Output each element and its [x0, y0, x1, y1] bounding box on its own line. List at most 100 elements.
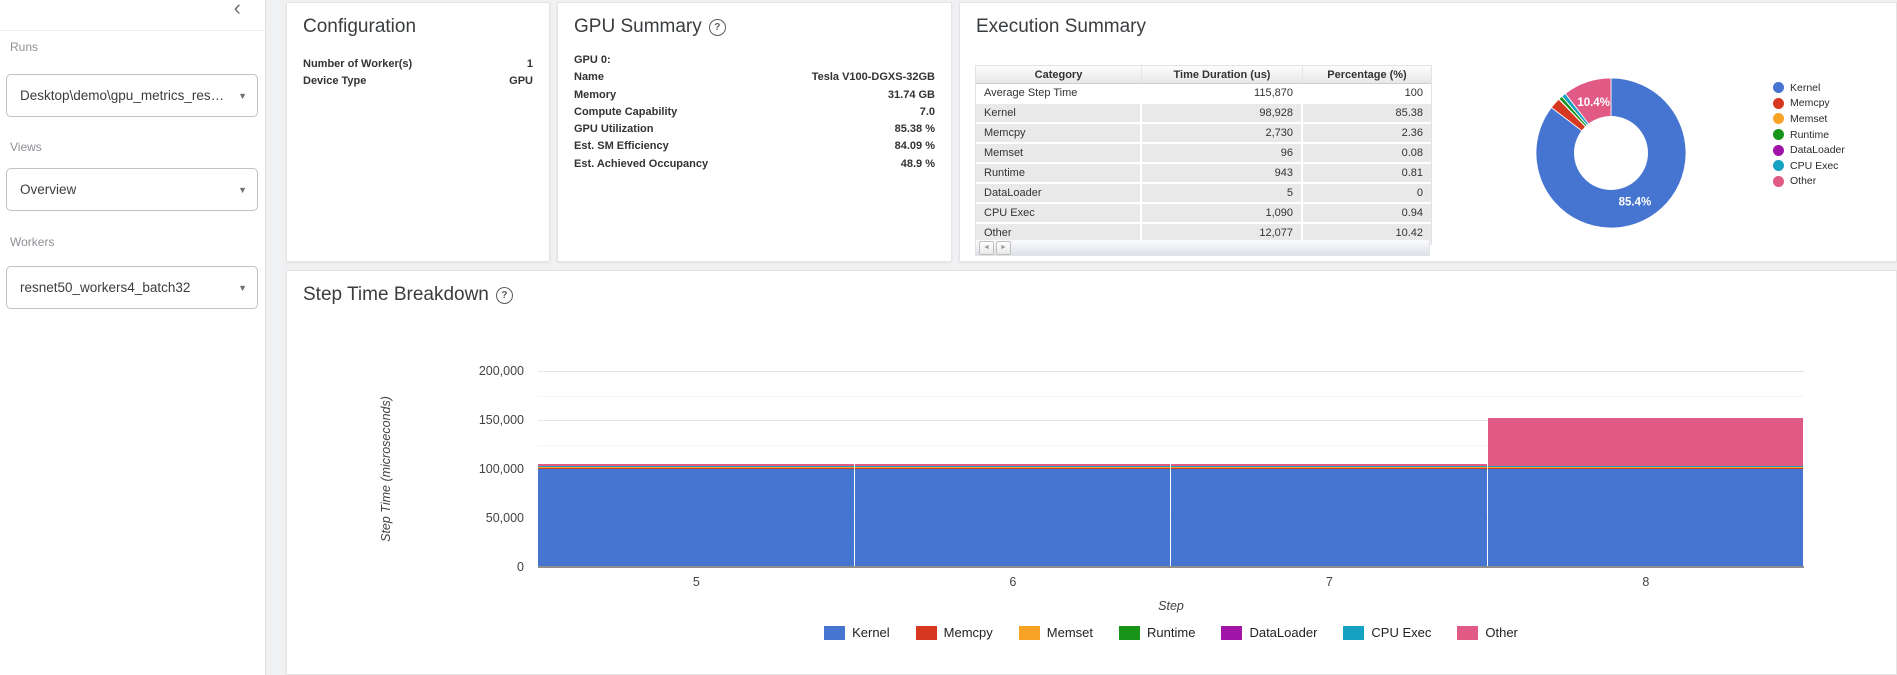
legend-dot-icon: [1773, 145, 1784, 156]
bar-legend-item: CPU Exec: [1343, 625, 1431, 640]
gpu-summary-card: GPU Summary ? GPU 0:NameTesla V100-DGXS-…: [557, 2, 952, 262]
bar-segment[interactable]: [1171, 469, 1487, 567]
bar-legend-label: Kernel: [852, 625, 890, 640]
bar-segment[interactable]: [1488, 418, 1804, 466]
runs-select[interactable]: Desktop\demo\gpu_metrics_resnet... ▼: [6, 74, 258, 117]
pie-legend-item: Other: [1773, 174, 1845, 190]
pie-legend-label: Memset: [1790, 113, 1827, 125]
legend-swatch-icon: [1457, 626, 1478, 640]
table-cell: Memset: [976, 144, 1142, 164]
y-tick-label: 150,000: [454, 413, 524, 427]
table-row: DataLoader50: [976, 184, 1431, 204]
configuration-label: Number of Worker(s): [303, 58, 412, 70]
views-select-value: Overview: [20, 182, 76, 197]
bar-segment[interactable]: [855, 469, 1171, 567]
table-cell: Runtime: [976, 164, 1142, 184]
legend-swatch-icon: [824, 626, 845, 640]
pie-legend: KernelMemcpyMemsetRuntimeDataLoaderCPU E…: [1773, 80, 1845, 189]
next-page-button[interactable]: ►: [996, 241, 1011, 255]
table-cell: Kernel: [976, 104, 1142, 124]
x-axis-title: Step: [1158, 599, 1184, 613]
bar-segment[interactable]: [855, 467, 1171, 468]
bar-segment[interactable]: [855, 468, 1171, 470]
bar-segment[interactable]: [1171, 467, 1487, 468]
gpu-summary-row: Memory31.74 GB: [558, 89, 951, 106]
bar-legend-label: Memcpy: [944, 625, 993, 640]
pie-legend-label: CPU Exec: [1790, 160, 1838, 172]
bar-segment[interactable]: [1488, 469, 1804, 567]
table-cell: 96: [1142, 144, 1303, 164]
configuration-label: Device Type: [303, 75, 366, 87]
x-tick-label: 7: [1326, 575, 1333, 589]
bar-legend-item: Other: [1457, 625, 1518, 640]
views-label: Views: [10, 140, 42, 154]
table-cell: 2.36: [1303, 124, 1431, 144]
gpu-summary-row: Est. SM Efficiency84.09 %: [558, 140, 951, 157]
table-header-row: CategoryTime Duration (us)Percentage (%): [976, 66, 1431, 84]
execution-summary-title: Execution Summary: [960, 3, 1896, 44]
table-row: CPU Exec1,0900.94: [976, 204, 1431, 224]
workers-select[interactable]: resnet50_workers4_batch32 ▼: [6, 266, 258, 309]
minor-gridline: [538, 396, 1804, 397]
table-row: Memset960.08: [976, 144, 1431, 164]
bar-segment[interactable]: [1171, 468, 1487, 470]
help-icon[interactable]: ?: [496, 287, 513, 304]
legend-swatch-icon: [1019, 626, 1040, 640]
x-axis-line: [538, 566, 1804, 568]
legend-swatch-icon: [1119, 626, 1140, 640]
gpu-summary-label: Est. Achieved Occupancy: [574, 158, 708, 170]
table-cell: 2,730: [1142, 124, 1303, 144]
bar-segment[interactable]: [538, 467, 854, 468]
pie-legend-item: Memcpy: [1773, 96, 1845, 112]
table-cell: CPU Exec: [976, 204, 1142, 224]
bar-segment[interactable]: [538, 464, 854, 466]
gpu-summary-value: 31.74 GB: [888, 89, 935, 101]
gpu-summary-label: GPU Utilization: [574, 123, 653, 135]
table-cell: 943: [1142, 164, 1303, 184]
gpu-summary-value: 48.9 %: [901, 158, 935, 170]
table-header-cell: Category: [976, 66, 1142, 84]
execution-summary-card: Execution Summary CategoryTime Duration …: [959, 2, 1897, 262]
bar-legend-item: Memcpy: [916, 625, 993, 640]
table-cell: 100: [1303, 84, 1431, 104]
legend-swatch-icon: [1221, 626, 1242, 640]
step-time-breakdown-title-text: Step Time Breakdown: [303, 284, 489, 306]
x-tick-label: 8: [1642, 575, 1649, 589]
chevron-down-icon: ▼: [238, 185, 247, 195]
pie-legend-item: Kernel: [1773, 80, 1845, 96]
views-select[interactable]: Overview ▼: [6, 168, 258, 211]
table-row: Kernel98,92885.38: [976, 104, 1431, 124]
pie-slice-label: 10.4%: [1577, 97, 1610, 109]
bar-segment[interactable]: [1488, 468, 1804, 470]
configuration-row: Device TypeGPU: [287, 75, 549, 92]
bar-legend-item: Memset: [1019, 625, 1093, 640]
pie-legend-label: DataLoader: [1790, 144, 1845, 156]
bar-legend-label: Runtime: [1147, 625, 1195, 640]
bar-segment[interactable]: [1488, 467, 1804, 468]
legend-dot-icon: [1773, 129, 1784, 140]
table-row: Average Step Time115,870100: [976, 84, 1431, 104]
pie-legend-label: Memcpy: [1790, 97, 1830, 109]
table-cell: 85.38: [1303, 104, 1431, 124]
execution-summary-table: CategoryTime Duration (us)Percentage (%)…: [975, 65, 1432, 245]
bar-segment[interactable]: [538, 468, 854, 470]
bar-legend-label: DataLoader: [1249, 625, 1317, 640]
bar-segment[interactable]: [855, 464, 1171, 466]
category-pie-chart[interactable]: 85.4%10.4%: [1516, 61, 1706, 246]
bar-legend-item: Kernel: [824, 625, 890, 640]
bar-segment[interactable]: [538, 469, 854, 567]
gpu-summary-label: GPU 0:: [574, 54, 611, 66]
configuration-rows: Number of Worker(s)1Device TypeGPU: [287, 44, 549, 93]
gpu-summary-label: Name: [574, 71, 604, 83]
table-cell: 0.94: [1303, 204, 1431, 224]
legend-dot-icon: [1773, 98, 1784, 109]
prev-page-button[interactable]: ◄: [979, 241, 994, 255]
help-icon[interactable]: ?: [709, 19, 726, 36]
gpu-summary-row: Compute Capability7.0: [558, 106, 951, 123]
workers-select-value: resnet50_workers4_batch32: [20, 280, 190, 295]
bar-legend-item: DataLoader: [1221, 625, 1317, 640]
bar-legend-label: Other: [1485, 625, 1518, 640]
x-tick-label: 5: [693, 575, 700, 589]
bar-segment[interactable]: [1171, 464, 1487, 466]
collapse-sidebar-icon[interactable]: ‹: [234, 0, 241, 19]
